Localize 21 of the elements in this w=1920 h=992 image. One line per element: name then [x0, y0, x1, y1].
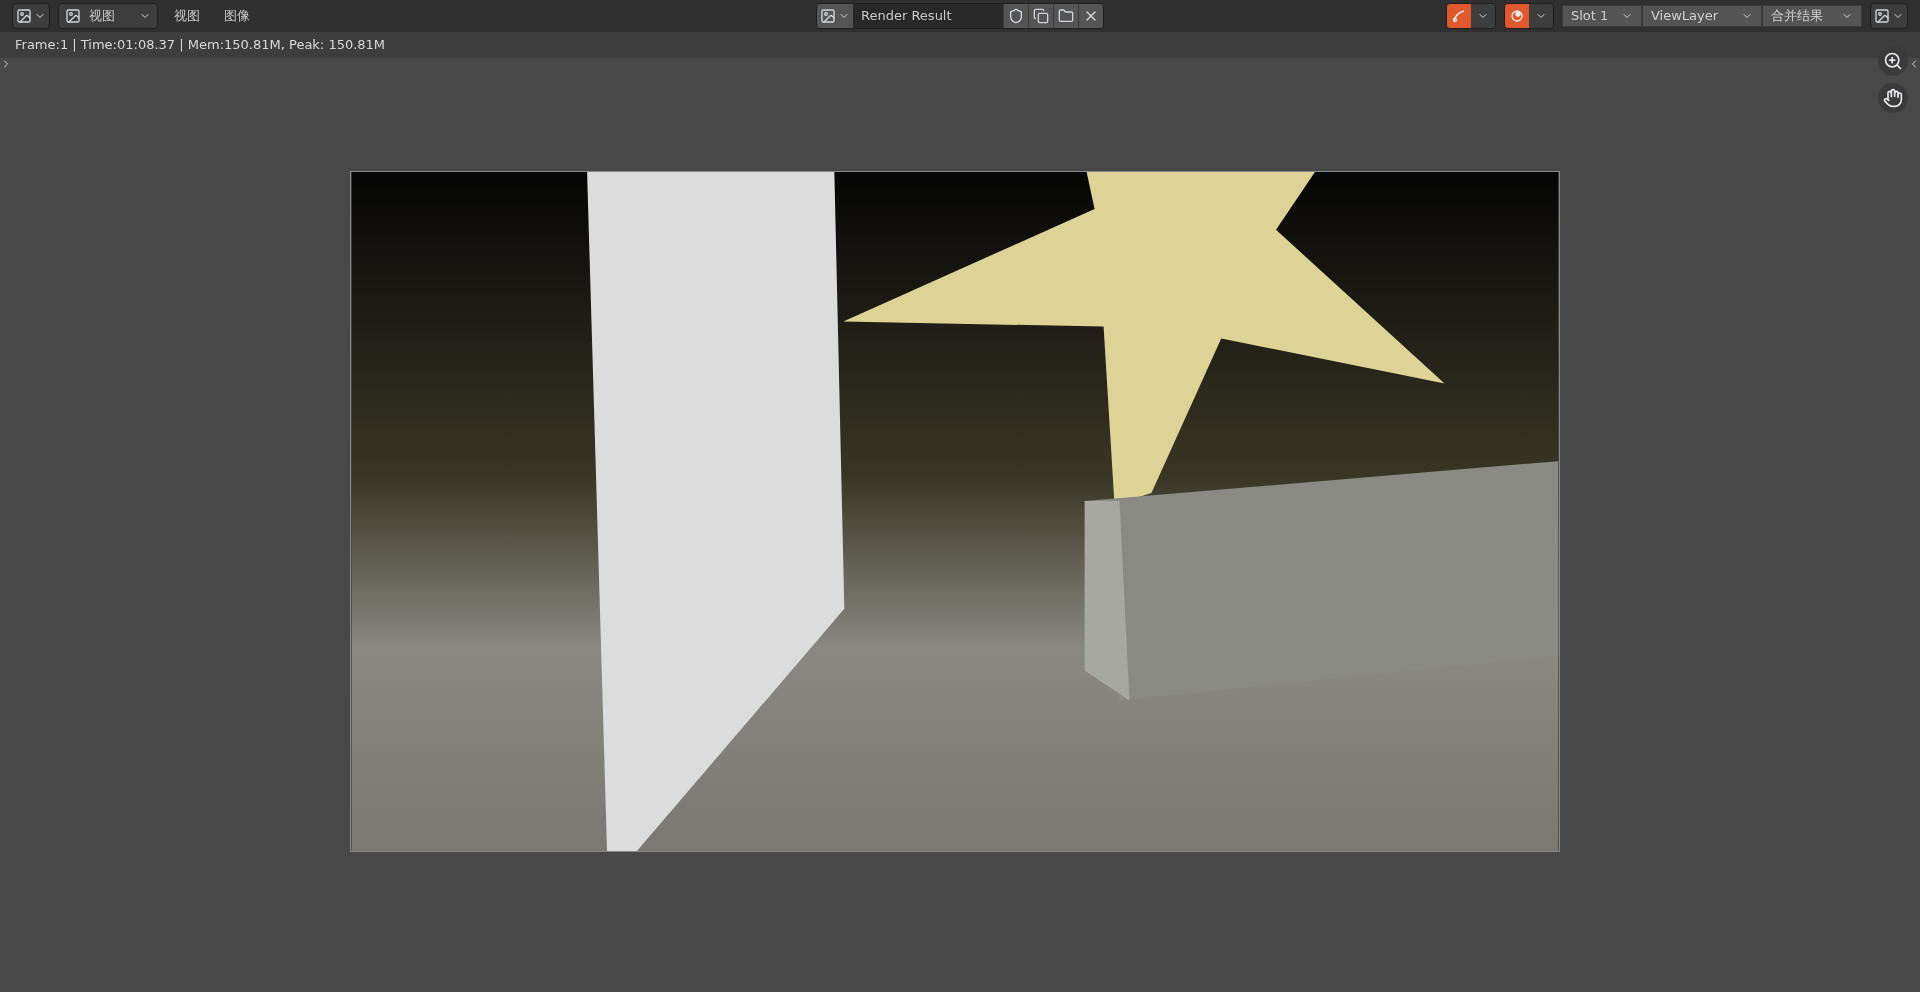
dropdown-button[interactable]	[1529, 4, 1553, 28]
render-stats: Frame:1 | Time:01:08.37 | Mem:150.81M, Peak: 150.81M	[15, 36, 386, 55]
editor-icon	[16, 8, 32, 24]
toggle-button[interactable]	[1447, 4, 1471, 28]
image-icon	[65, 8, 81, 24]
menu-item[interactable]: 视图	[166, 6, 208, 26]
editor-type-button[interactable]	[12, 3, 50, 29]
pan-button[interactable]	[1878, 83, 1908, 113]
image-icon	[1874, 8, 1890, 24]
zoom-icon	[1883, 51, 1903, 71]
dropdown[interactable]: 合并结果	[1762, 5, 1862, 27]
curve-icon	[1452, 9, 1466, 23]
dropdown[interactable]: Slot 1	[1562, 5, 1642, 27]
sphere-icon	[1510, 9, 1524, 23]
menu-item[interactable]: 图像	[216, 6, 258, 26]
dropdown-button[interactable]	[1471, 4, 1495, 28]
hand-icon	[1883, 88, 1903, 108]
toggle-button[interactable]	[1505, 4, 1529, 28]
display-channels-button[interactable]	[1870, 3, 1908, 29]
view-mode-dropdown[interactable]: 视图	[58, 3, 158, 29]
dropdown[interactable]: ViewLayer	[1642, 5, 1762, 27]
